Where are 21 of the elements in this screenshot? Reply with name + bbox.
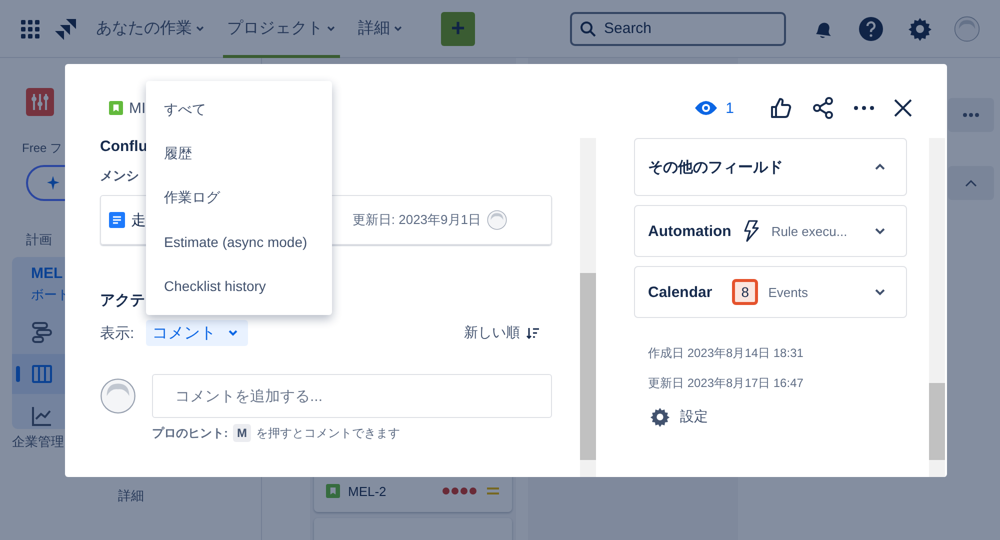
issue-key: MEL-2 bbox=[348, 484, 386, 498]
show-label: 表示: bbox=[100, 324, 134, 342]
hint-text: を押すとコメントできます bbox=[256, 424, 400, 442]
activity-title: アクテ bbox=[100, 291, 145, 310]
plan-label: Free フ bbox=[21, 140, 62, 157]
panel-title: その他のフィールド bbox=[648, 158, 783, 176]
hint-label: プロのヒント: bbox=[152, 424, 228, 442]
section-label: 計画 bbox=[25, 231, 52, 249]
section-title: Conflu bbox=[100, 138, 148, 155]
project-name: MEL bbox=[30, 265, 63, 282]
app-value: Rule execu... bbox=[771, 224, 848, 238]
page-title: 走 bbox=[131, 210, 146, 230]
key-hint: M bbox=[233, 424, 251, 442]
app-name: Calendar bbox=[648, 284, 712, 300]
app-value: Events bbox=[768, 284, 808, 300]
created-date: 作成日 2023年8月14日 18:31 bbox=[647, 345, 804, 362]
app-name: Automation bbox=[648, 222, 732, 240]
calendar-badge: 8 bbox=[732, 279, 758, 305]
updated-date: 更新日 2023年8月17日 16:47 bbox=[647, 375, 804, 392]
updated-date: 更新日: 2023年9月1日 bbox=[352, 211, 481, 229]
mention-label: メンシ bbox=[100, 167, 139, 185]
